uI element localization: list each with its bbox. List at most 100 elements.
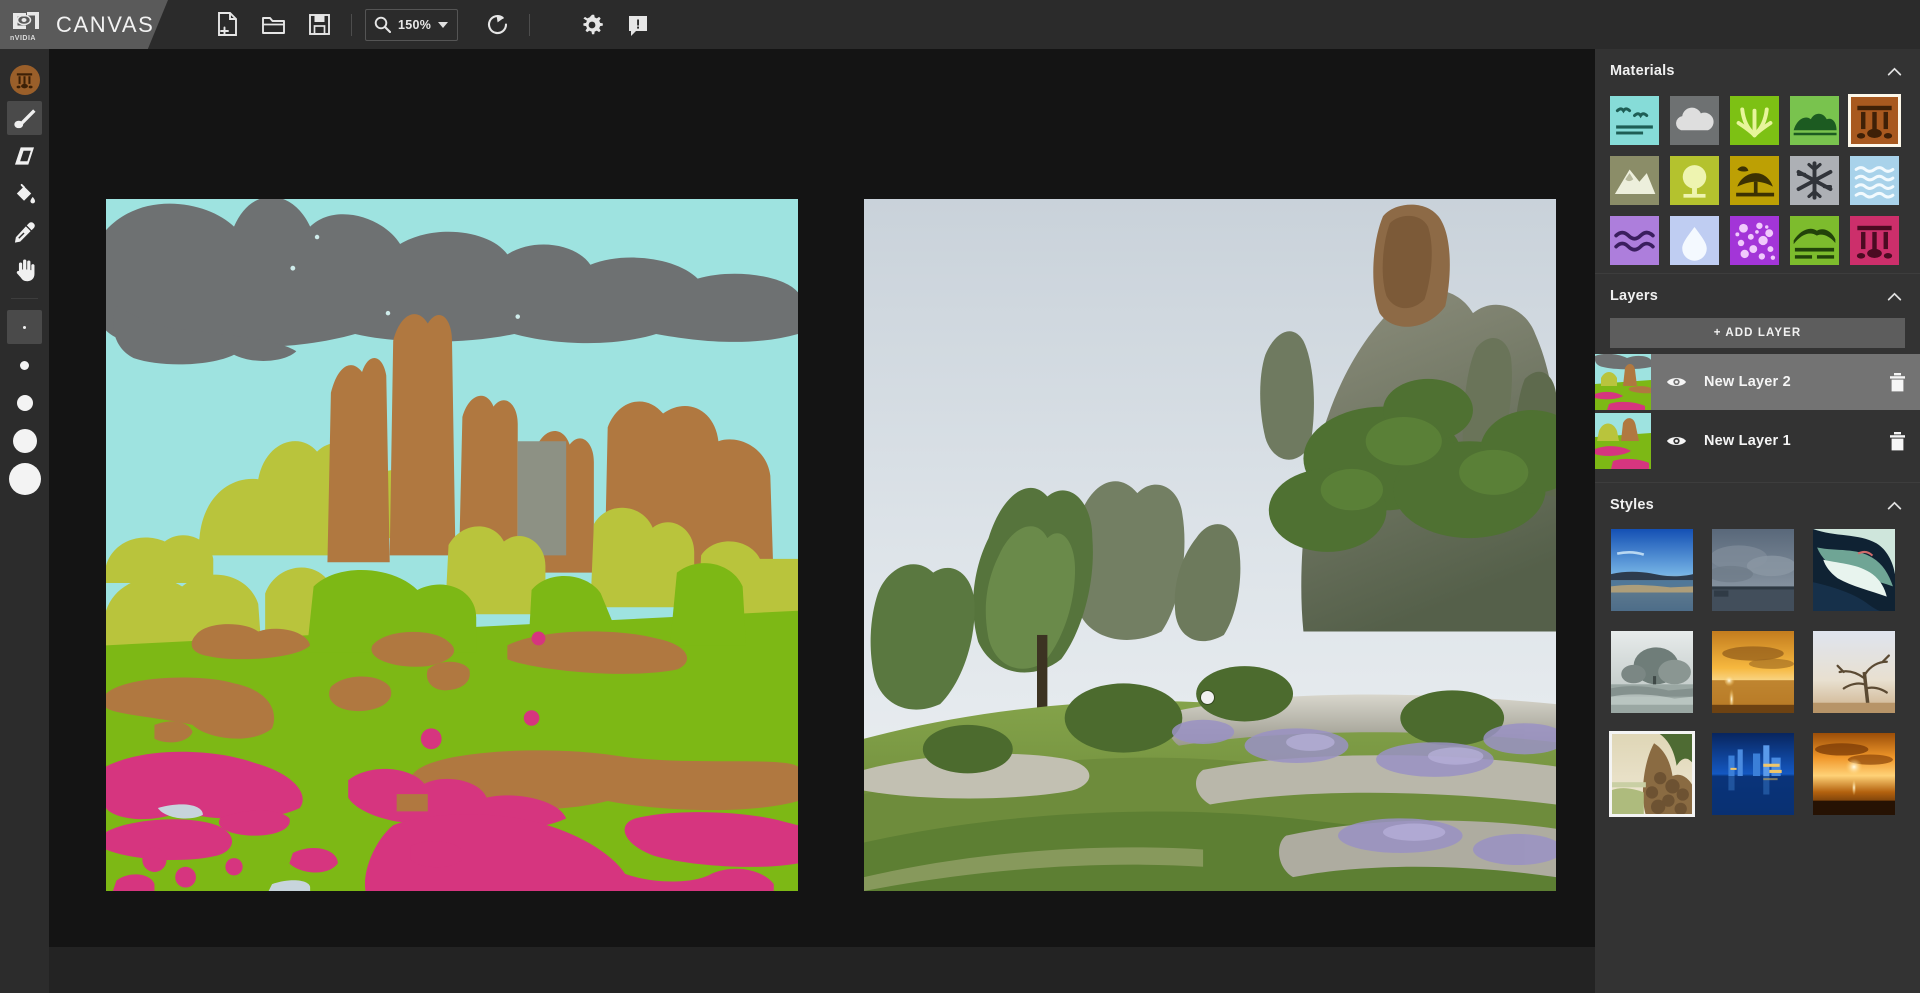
style-rocky-coast[interactable] <box>1609 731 1695 817</box>
layer-body[interactable]: New Layer 2 <box>1651 354 1920 410</box>
material-bush[interactable] <box>1790 96 1839 145</box>
app-title: CANVAS <box>56 11 155 37</box>
bush-hills-icon <box>1790 96 1839 145</box>
layer-thumb-art <box>1595 354 1651 410</box>
style-thumb <box>1813 631 1895 713</box>
material-ruins-alt[interactable] <box>1850 216 1899 265</box>
style-bare-tree-dusk[interactable] <box>1813 631 1895 713</box>
layer-thumbnail <box>1595 413 1651 469</box>
materials-grid <box>1595 93 1920 273</box>
material-water[interactable] <box>1850 156 1899 205</box>
brush-size-1[interactable] <box>0 308 49 346</box>
brush-size-5[interactable] <box>0 460 49 498</box>
settings-button[interactable] <box>569 0 615 49</box>
style-monochrome-lake[interactable] <box>1611 631 1693 713</box>
style-thumb <box>1611 631 1693 713</box>
tool-paintbrush[interactable] <box>0 99 49 137</box>
ruins-icon <box>1850 96 1899 145</box>
style-overcast-sea[interactable] <box>1712 529 1794 611</box>
chevron-up-icon[interactable] <box>1887 292 1902 301</box>
material-fog[interactable] <box>1670 216 1719 265</box>
save-disk-icon <box>308 14 330 35</box>
paint-bucket-icon <box>16 183 36 203</box>
chevron-up-icon[interactable] <box>1887 67 1902 76</box>
brush-size-3[interactable] <box>0 384 49 422</box>
hand-pan-icon <box>16 259 35 282</box>
water-drop-icon <box>1670 216 1719 265</box>
sea-birds-icon <box>1610 96 1659 145</box>
brand-tab[interactable]: nVIDIA CANVAS <box>0 0 168 49</box>
new-document-button[interactable] <box>204 0 250 49</box>
add-layer-button[interactable]: + ADD LAYER <box>1610 318 1905 348</box>
materials-panel-header[interactable]: Materials <box>1595 49 1920 93</box>
material-cloud[interactable] <box>1670 96 1719 145</box>
tool-eraser[interactable] <box>0 137 49 175</box>
brush-size-4[interactable] <box>0 422 49 460</box>
top-toolbar: nVIDIA CANVAS 150% <box>0 0 1920 49</box>
material-sea[interactable] <box>1610 96 1659 145</box>
info-bubble-icon <box>629 15 648 36</box>
trash-icon[interactable] <box>1889 431 1906 451</box>
eye-icon[interactable] <box>1666 375 1687 389</box>
chevron-up-icon[interactable] <box>1887 501 1902 510</box>
style-abstract-wave[interactable] <box>1813 529 1895 611</box>
material-hill[interactable] <box>1790 216 1839 265</box>
style-thumb <box>1611 733 1693 815</box>
tool-fill[interactable] <box>0 175 49 213</box>
open-folder-icon <box>261 16 285 34</box>
segmentation-canvas[interactable] <box>106 199 798 891</box>
material-flowers[interactable] <box>1730 216 1779 265</box>
open-document-button[interactable] <box>250 0 296 49</box>
layer-row-new-layer-1[interactable]: New Layer 1 <box>1595 413 1920 469</box>
active-material-swatch[interactable] <box>0 61 49 99</box>
material-snow[interactable] <box>1790 156 1839 205</box>
styles-panel-header[interactable]: Styles <box>1595 483 1920 527</box>
paintbrush-icon <box>14 108 36 128</box>
material-jungle[interactable] <box>1730 156 1779 205</box>
style-thumb <box>1712 529 1794 611</box>
material-grass[interactable] <box>1730 96 1779 145</box>
right-properties-panel: Materials Layers + ADD LAYER New Layer 2… <box>1595 49 1920 993</box>
style-thumb <box>1712 733 1794 815</box>
layer-body[interactable]: New Layer 1 <box>1651 413 1920 469</box>
material-ruins[interactable] <box>1848 94 1901 147</box>
material-river[interactable] <box>1610 216 1659 265</box>
layers-panel-header[interactable]: Layers <box>1595 274 1920 318</box>
zoom-control[interactable]: 150% <box>365 8 459 41</box>
materials-title: Materials <box>1610 63 1675 79</box>
magnifier-icon <box>374 16 391 33</box>
nvidia-logo: nVIDIA <box>9 9 45 42</box>
tree-icon <box>1670 156 1719 205</box>
style-blue-sunset-shore[interactable] <box>1611 529 1693 611</box>
save-document-button[interactable] <box>296 0 342 49</box>
flowers-icon <box>1730 216 1779 265</box>
style-blue-city-night[interactable] <box>1712 733 1794 815</box>
tool-eyedropper[interactable] <box>0 213 49 251</box>
toolbar-section-divider <box>11 298 38 299</box>
eye-icon[interactable] <box>1666 434 1687 448</box>
style-orange-sun-sea[interactable] <box>1813 733 1895 815</box>
toolbar-divider <box>351 13 352 36</box>
trash-icon[interactable] <box>1889 372 1906 392</box>
material-tree[interactable] <box>1670 156 1719 205</box>
layer-row-new-layer-2[interactable]: New Layer 2 <box>1595 354 1920 410</box>
new-file-icon <box>217 12 237 36</box>
style-golden-sunset[interactable] <box>1712 631 1794 713</box>
ruins-pink-icon <box>1850 216 1899 265</box>
tool-pan[interactable] <box>0 251 49 289</box>
rendered-output-art <box>864 199 1556 891</box>
workspace-bottom-strip <box>49 947 1595 993</box>
mountain-icon <box>1610 156 1659 205</box>
canvas-workspace[interactable] <box>49 49 1595 947</box>
layer-thumb-art <box>1595 413 1651 469</box>
water-waves-icon <box>1850 156 1899 205</box>
brush-size-2[interactable] <box>0 346 49 384</box>
grass-icon <box>1730 96 1779 145</box>
style-thumb <box>1813 733 1895 815</box>
material-mountain[interactable] <box>1610 156 1659 205</box>
reset-view-button[interactable] <box>474 0 520 49</box>
rendered-output-canvas[interactable] <box>864 199 1556 891</box>
help-button[interactable] <box>615 0 661 49</box>
brush-dot <box>8 463 41 495</box>
layer-name: New Layer 2 <box>1704 374 1791 390</box>
